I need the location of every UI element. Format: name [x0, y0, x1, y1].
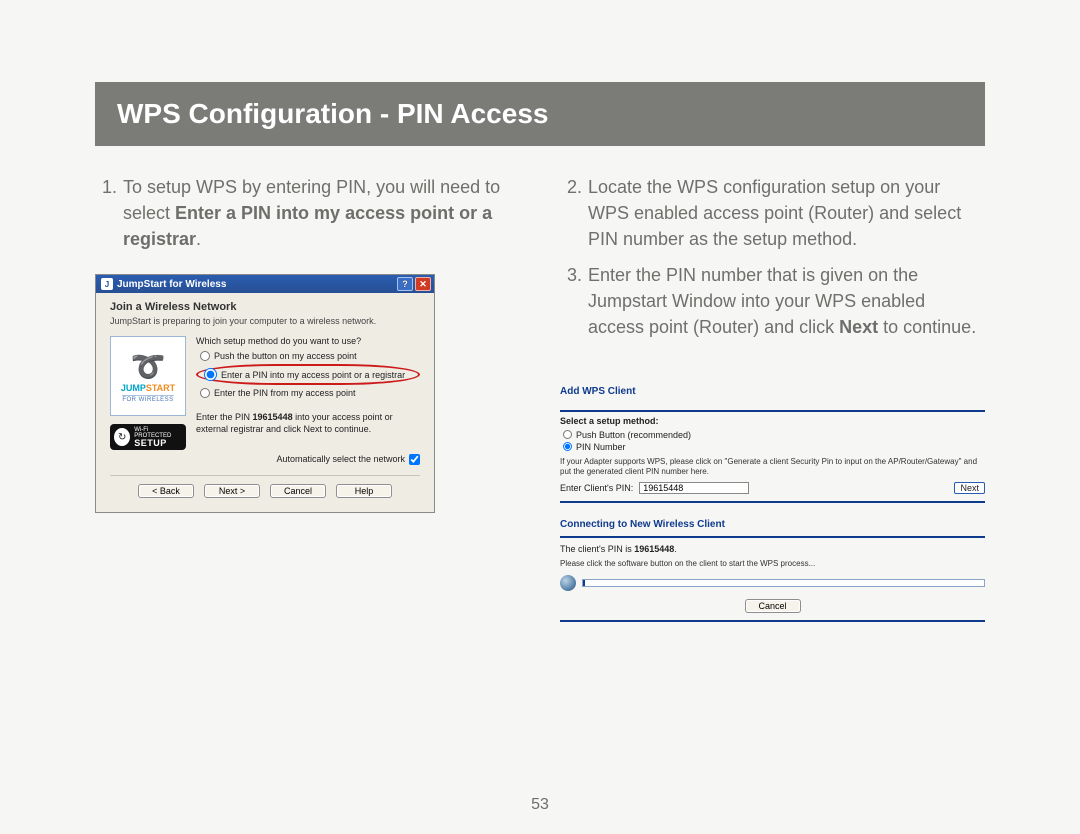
enter-pin-pre: Enter the PIN	[196, 412, 253, 422]
help-button[interactable]: Help	[336, 484, 392, 498]
step-3-bold: Next	[839, 317, 878, 337]
router-add-wps-client: Add WPS Client	[560, 380, 985, 412]
page-number: 53	[531, 796, 549, 814]
step-3-post: to continue.	[878, 317, 976, 337]
back-button[interactable]: < Back	[138, 484, 194, 498]
dialog-title: JumpStart for Wireless	[117, 279, 226, 290]
step-1-post: .	[196, 229, 201, 249]
radio-enter-pin-from-ap[interactable]: Enter the PIN from my access point	[200, 388, 420, 398]
radio-pin-number-router-label: PIN Number	[576, 442, 626, 452]
wps-top: Wi-Fi PROTECTED	[134, 427, 182, 439]
logo-jump: JUMP	[121, 383, 146, 393]
radio-push-button[interactable]: Push the button on my access point	[200, 351, 420, 361]
radio-enter-pin-from-ap-label: Enter the PIN from my access point	[214, 388, 356, 398]
app-icon: J	[101, 278, 113, 290]
step-2: 2. Locate the WPS configuration setup on…	[560, 174, 985, 252]
add-wps-heading: Add WPS Client	[560, 386, 985, 397]
logo-sub: FOR WIRELESS	[122, 395, 173, 403]
step-1-bold: Enter a PIN into my access point or a re…	[123, 203, 492, 249]
radio-push-button-router-label: Push Button (recommended)	[576, 430, 691, 440]
step-3: 3. Enter the PIN number that is given on…	[560, 262, 985, 340]
enter-pin-value: 19615448	[253, 412, 293, 422]
radio-pin-number-router[interactable]: PIN Number	[563, 442, 985, 452]
page-title: WPS Configuration - PIN Access	[95, 82, 985, 146]
client-pin-value: 19615448	[634, 544, 674, 554]
wps-progress	[582, 579, 985, 587]
cancel-button[interactable]: Cancel	[270, 484, 326, 498]
client-pin-line: The client's PIN is	[560, 544, 634, 554]
step-2-number: 2.	[560, 174, 582, 252]
auto-select-checkbox[interactable]	[409, 454, 420, 465]
close-icon[interactable]: ✕	[415, 277, 431, 291]
radio-push-button-router[interactable]: Push Button (recommended)	[563, 430, 985, 440]
auto-select-label: Automatically select the network	[276, 454, 405, 464]
dialog-heading: Join a Wireless Network	[110, 301, 420, 313]
client-pin-input[interactable]	[639, 482, 749, 494]
router-next-button[interactable]: Next	[954, 482, 985, 494]
wps-setup: SETUP	[134, 439, 182, 448]
radio-enter-pin-ap[interactable]: Enter a PIN into my access point or a re…	[196, 364, 420, 385]
wps-arrows-icon: ↻	[114, 428, 130, 446]
logo-start: START	[146, 383, 175, 393]
router-note: If your Adapter supports WPS, please cli…	[560, 457, 985, 477]
select-setup-label: Select a setup method:	[560, 416, 985, 426]
client-pin-dot: .	[674, 544, 677, 554]
wps-badge: ↻ Wi-Fi PROTECTED SETUP	[110, 424, 186, 450]
radio-enter-pin-ap-label: Enter a PIN into my access point or a re…	[221, 370, 405, 380]
runner-icon: ➰	[131, 350, 166, 383]
enter-client-pin-label: Enter Client's PIN:	[560, 483, 633, 493]
router-cancel-button[interactable]: Cancel	[745, 599, 801, 613]
radio-push-button-label: Push the button on my access point	[214, 351, 357, 361]
jumpstart-logo: ➰ JUMPSTART FOR WIRELESS	[110, 336, 186, 416]
help-icon[interactable]: ?	[397, 277, 413, 291]
start-wps-instruction: Please click the software button on the …	[560, 559, 985, 569]
globe-icon	[560, 575, 576, 591]
step-1-number: 1.	[95, 174, 117, 252]
jumpstart-dialog: J JumpStart for Wireless ? ✕ Join a Wire…	[95, 274, 435, 512]
setup-question: Which setup method do you want to use?	[196, 336, 420, 346]
step-1: 1. To setup WPS by entering PIN, you wil…	[95, 174, 520, 252]
next-button[interactable]: Next >	[204, 484, 260, 498]
step-2-text: Locate the WPS configuration setup on yo…	[588, 174, 985, 252]
connecting-heading: Connecting to New Wireless Client	[560, 519, 985, 530]
dialog-subheading: JumpStart is preparing to join your comp…	[110, 316, 420, 326]
step-3-number: 3.	[560, 262, 582, 340]
